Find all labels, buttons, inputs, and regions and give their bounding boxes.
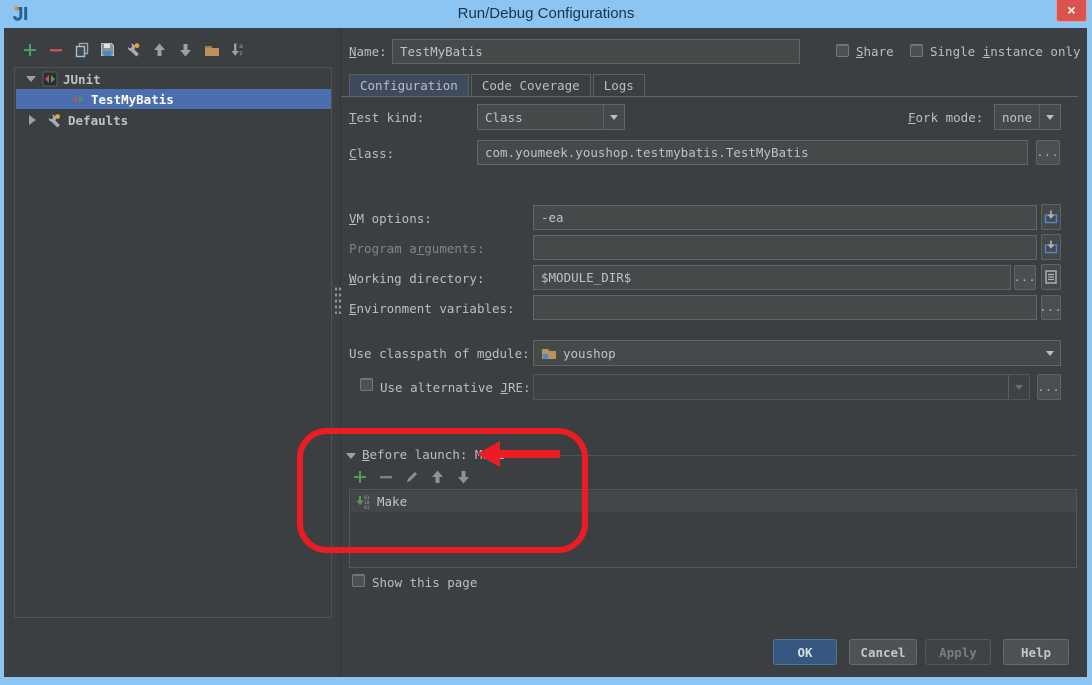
before-launch-task-list: 011001 Make [349, 489, 1077, 568]
show-this-page-label[interactable]: Show this page [372, 575, 477, 591]
use-alternative-jre-label[interactable]: Use alternative JRE: [380, 380, 531, 396]
browse-jre-button[interactable]: ... [1037, 374, 1061, 400]
copy-configuration-icon[interactable] [73, 41, 90, 58]
configurations-tree: JUnit TestMyBatis Defaults [14, 67, 332, 618]
tree-item-junit[interactable]: JUnit [16, 69, 331, 89]
use-classpath-label: Use classpath of module: [349, 346, 530, 362]
test-kind-value: Class [485, 110, 523, 125]
junit-configuration-icon [42, 71, 58, 87]
help-button[interactable]: Help [1003, 639, 1069, 665]
move-task-down-icon[interactable] [455, 468, 472, 485]
edit-task-icon[interactable] [403, 468, 420, 485]
settings-wrench-icon [47, 112, 63, 128]
tree-item-label: TestMyBatis [91, 92, 174, 107]
splitter-grip-icon[interactable] [334, 286, 342, 314]
browse-class-button[interactable]: ... [1036, 140, 1060, 165]
tab-configuration[interactable]: Configuration [349, 74, 469, 97]
expand-program-arguments-icon[interactable] [1041, 234, 1061, 260]
environment-variables-label: Environment variables: [349, 301, 515, 317]
name-label: Name: [349, 44, 387, 60]
apply-button[interactable]: Apply [925, 639, 991, 665]
module-select[interactable]: youshop [533, 340, 1061, 366]
task-label: Make [377, 494, 407, 509]
working-directory-label: Working directory: [349, 271, 484, 287]
configuration-tabs: Configuration Code Coverage Logs [349, 74, 647, 97]
program-arguments-label: Program arguments: [349, 241, 484, 257]
before-launch-header[interactable]: Before launch: Make [362, 447, 505, 463]
use-alternative-jre-checkbox[interactable] [360, 378, 373, 391]
remove-task-icon[interactable] [377, 468, 394, 485]
fork-mode-value: none [1002, 110, 1032, 125]
tab-code-coverage[interactable]: Code Coverage [471, 74, 591, 97]
vm-options-label: VM options: [349, 211, 432, 227]
chevron-down-icon[interactable] [603, 105, 624, 129]
before-launch-toolbar [351, 468, 472, 485]
working-directory-input[interactable] [533, 265, 1011, 290]
close-button[interactable]: × [1056, 0, 1087, 22]
expanded-twisty-icon[interactable] [26, 76, 36, 87]
before-launch-separator [530, 455, 1077, 456]
svg-text:01: 01 [364, 505, 370, 510]
test-kind-label: Test kind: [349, 110, 424, 126]
tree-item-label: JUnit [63, 72, 101, 87]
chevron-down-icon[interactable] [1039, 341, 1060, 365]
before-launch-twisty-icon[interactable] [346, 453, 356, 464]
move-down-icon[interactable] [177, 41, 194, 58]
module-folder-icon [541, 346, 557, 360]
tabs-underline [341, 96, 1078, 97]
tab-logs[interactable]: Logs [593, 74, 645, 97]
program-arguments-input[interactable] [533, 235, 1037, 260]
tree-item-label: Defaults [68, 113, 128, 128]
share-label[interactable]: Share [856, 44, 894, 60]
window-title: Run/Debug Configurations [0, 5, 1092, 22]
add-task-icon[interactable] [351, 468, 368, 485]
move-up-icon[interactable] [151, 41, 168, 58]
task-row-make[interactable]: 011001 Make [351, 491, 1076, 512]
expand-vm-options-icon[interactable] [1041, 204, 1061, 230]
remove-configuration-icon[interactable] [47, 41, 64, 58]
sort-alphabetically-icon[interactable]: az [229, 41, 246, 58]
junit-configuration-icon [70, 91, 86, 107]
fork-mode-select[interactable]: none [994, 104, 1061, 130]
panel-splitter[interactable] [340, 28, 341, 677]
move-task-up-icon[interactable] [429, 468, 446, 485]
new-folder-icon[interactable] [203, 41, 220, 58]
add-configuration-icon[interactable] [21, 41, 38, 58]
macros-list-icon[interactable] [1041, 264, 1061, 290]
class-input[interactable] [477, 140, 1028, 165]
share-checkbox[interactable] [836, 44, 849, 57]
chevron-down-icon[interactable] [1039, 105, 1060, 129]
collapsed-twisty-icon[interactable] [29, 115, 41, 125]
run-debug-configurations-dialog: Run/Debug Configurations × az [0, 0, 1092, 685]
title-bar: Run/Debug Configurations × [0, 0, 1092, 28]
edit-defaults-wrench-icon[interactable] [125, 41, 142, 58]
module-value: youshop [563, 346, 616, 361]
tree-item-defaults[interactable]: Defaults [16, 110, 331, 130]
browse-working-directory-button[interactable]: ... [1014, 265, 1036, 290]
single-instance-label[interactable]: Single instance only [930, 44, 1081, 60]
ok-button[interactable]: OK [773, 639, 837, 665]
tree-item-testmybatis-selected[interactable]: TestMyBatis [16, 89, 331, 109]
save-configuration-icon[interactable] [99, 41, 116, 58]
vm-options-input[interactable] [533, 205, 1037, 230]
class-label: Class: [349, 146, 394, 162]
svg-text:z: z [239, 49, 243, 57]
show-this-page-checkbox[interactable] [352, 574, 365, 587]
environment-variables-input[interactable] [533, 295, 1037, 320]
cancel-button[interactable]: Cancel [849, 639, 917, 665]
make-compile-icon: 011001 [356, 494, 372, 510]
fork-mode-label: Fork mode: [908, 110, 983, 126]
test-kind-select[interactable]: Class [477, 104, 625, 130]
chevron-down-icon [1008, 375, 1029, 399]
alternative-jre-select [533, 374, 1030, 400]
browse-environment-variables-button[interactable]: ... [1041, 295, 1061, 320]
name-input[interactable] [392, 39, 800, 64]
single-instance-checkbox[interactable] [910, 44, 923, 57]
configurations-toolbar: az [21, 41, 246, 58]
